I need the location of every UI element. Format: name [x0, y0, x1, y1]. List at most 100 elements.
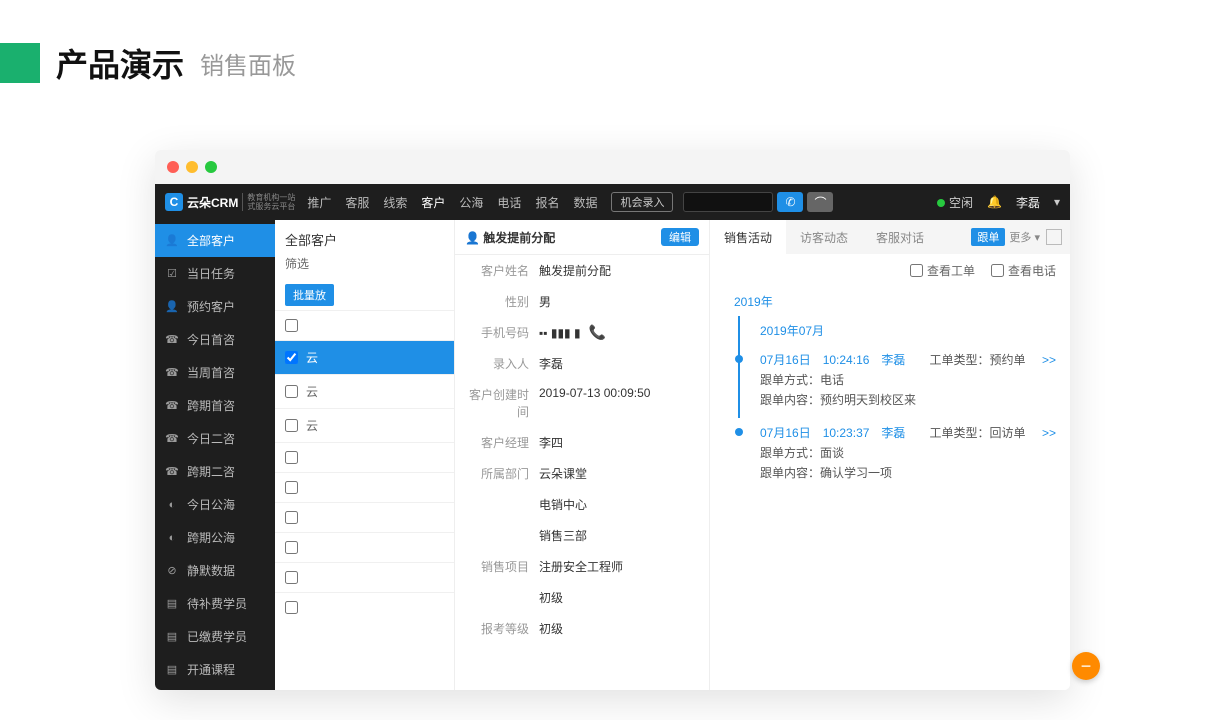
phone-icon[interactable]: 📞: [589, 324, 606, 340]
filter-查看电话[interactable]: 查看电话: [991, 262, 1056, 279]
field-value: 触发提前分配: [539, 262, 699, 279]
list-row[interactable]: [275, 502, 454, 532]
row-label: 云: [306, 383, 318, 400]
sidebar-item-今日二咨[interactable]: ☎今日二咨: [155, 422, 275, 455]
list-row[interactable]: [275, 310, 454, 340]
sidebar-item-全部客户[interactable]: 👤 全部客户: [155, 224, 275, 257]
window-minimize-icon[interactable]: [186, 161, 198, 173]
hangup-button[interactable]: ⌒: [807, 192, 833, 212]
sidebar-icon: ▤: [165, 630, 179, 643]
nav-item-客服[interactable]: 客服: [345, 194, 369, 211]
floating-action-button[interactable]: −: [1072, 652, 1100, 680]
entry-more[interactable]: >>: [1042, 426, 1056, 440]
row-checkbox[interactable]: [285, 601, 298, 614]
sidebar-label: 当日任务: [187, 265, 235, 282]
row-checkbox[interactable]: [285, 451, 298, 464]
search-input[interactable]: [683, 192, 773, 212]
nav-item-公海[interactable]: 公海: [459, 194, 483, 211]
sidebar-item-开通课程[interactable]: ▤开通课程: [155, 653, 275, 686]
list-filter-label[interactable]: 筛选: [275, 255, 454, 280]
row-checkbox[interactable]: [285, 571, 298, 584]
sidebar-label: 跨期公海: [187, 529, 235, 546]
row-checkbox[interactable]: [285, 481, 298, 494]
activity-panel: 销售活动访客动态客服对话 跟单 更多 ▾ 查看工单查看电话 2019年 2019…: [710, 220, 1070, 690]
list-row[interactable]: [275, 472, 454, 502]
sidebar-item-待补费学员[interactable]: ▤待补费学员: [155, 587, 275, 620]
call-button[interactable]: ✆: [777, 192, 803, 212]
nav-item-电话[interactable]: 电话: [497, 194, 521, 211]
tab-客服对话[interactable]: 客服对话: [862, 220, 938, 254]
sidebar-icon: ☎: [165, 333, 179, 346]
tab-访客动态[interactable]: 访客动态: [786, 220, 862, 254]
sidebar-item-我的订单[interactable]: ▤我的订单: [155, 686, 275, 690]
window-zoom-icon[interactable]: [205, 161, 217, 173]
row-checkbox[interactable]: [285, 351, 298, 364]
row-checkbox[interactable]: [285, 541, 298, 554]
sidebar-label: 已缴费学员: [187, 628, 247, 645]
filter-查看工单[interactable]: 查看工单: [910, 262, 975, 279]
sidebar-label: 全部客户: [187, 232, 235, 249]
field-value: 2019-07-13 00:09:50: [539, 386, 699, 420]
bulk-release-button[interactable]: 批量放: [285, 284, 334, 306]
entry-content: 跟单内容：预约明天到校区来: [760, 388, 1056, 408]
nav-item-客户[interactable]: 客户: [421, 194, 445, 211]
sidebar-item-今日首咨[interactable]: ☎ 今日首咨: [155, 323, 275, 356]
timeline-year: 2019年: [734, 287, 1056, 316]
tab-销售活动[interactable]: 销售活动: [710, 220, 786, 254]
row-checkbox[interactable]: [285, 511, 298, 524]
sidebar-icon: 👤: [165, 234, 179, 247]
list-row[interactable]: 云: [275, 408, 454, 442]
follow-tag[interactable]: 跟单: [971, 228, 1005, 246]
sidebar-label: 今日公海: [187, 496, 235, 513]
field-key: 客户姓名: [465, 262, 529, 279]
row-checkbox[interactable]: [285, 385, 298, 398]
sidebar-item-当周首咨[interactable]: ☎当周首咨: [155, 356, 275, 389]
row-checkbox[interactable]: [285, 319, 298, 332]
more-menu[interactable]: 更多 ▾: [1009, 229, 1040, 245]
nav-item-线索[interactable]: 线索: [383, 194, 407, 211]
filter-checkbox[interactable]: [910, 264, 923, 277]
sidebar-item-今日公海[interactable]: ◐今日公海: [155, 488, 275, 521]
nav-item-数据[interactable]: 数据: [573, 194, 597, 211]
field-key: [465, 496, 529, 513]
window-close-icon[interactable]: [167, 161, 179, 173]
edit-button[interactable]: 编辑: [661, 228, 699, 246]
field-value: 李磊: [539, 355, 699, 372]
activity-filters: 查看工单查看电话: [710, 254, 1070, 287]
detail-field: 销售项目注册安全工程师: [455, 551, 709, 582]
sidebar-item-预约客户[interactable]: 👤预约客户: [155, 290, 275, 323]
sidebar-item-跨期公海[interactable]: ◐跨期公海: [155, 521, 275, 554]
chance-button[interactable]: 机会录入: [611, 192, 673, 212]
sidebar-label: 待补费学员: [187, 595, 247, 612]
entry-more[interactable]: >>: [1042, 353, 1056, 367]
detail-field: 电销中心: [455, 489, 709, 520]
sidebar-item-跨期首咨[interactable]: ☎跨期首咨: [155, 389, 275, 422]
sidebar-item-跨期二咨[interactable]: ☎跨期二咨: [155, 455, 275, 488]
nav-item-报名[interactable]: 报名: [535, 194, 559, 211]
list-row[interactable]: [275, 592, 454, 622]
page-title: 产品演示: [56, 40, 184, 86]
sidebar-item-静默数据[interactable]: ⊘静默数据: [155, 554, 275, 587]
entry-type: 工单类型：预约单: [929, 351, 1025, 368]
chevron-down-icon[interactable]: ▾: [1054, 195, 1060, 209]
main-area: 👤 全部客户 ☑当日任务👤预约客户 ☎ 今日首咨 ☎当周首咨☎跨期首咨☎今日二咨☎跨期二咨…: [155, 220, 1070, 690]
list-row[interactable]: [275, 532, 454, 562]
timeline-entry: 07月16日10:23:37李磊工单类型：回访单>>跟单方式：面谈跟单内容：确认…: [738, 418, 1056, 491]
user-name[interactable]: 李磊: [1016, 194, 1040, 211]
list-row[interactable]: 云: [275, 374, 454, 408]
list-row[interactable]: [275, 442, 454, 472]
sidebar-label: 今日首咨: [187, 331, 235, 348]
row-checkbox[interactable]: [285, 419, 298, 432]
list-row[interactable]: 云: [275, 340, 454, 374]
entry-agent: 李磊: [881, 424, 905, 441]
sidebar-item-当日任务[interactable]: ☑当日任务: [155, 257, 275, 290]
field-key: 销售项目: [465, 558, 529, 575]
nav-item-推广[interactable]: 推广: [307, 194, 331, 211]
filter-checkbox[interactable]: [991, 264, 1004, 277]
customer-detail-panel: 👤 触发提前分配 编辑 客户姓名触发提前分配性别男手机号码▪▪ ▮▮▮ ▮📞录入…: [455, 220, 710, 690]
bell-icon[interactable]: 🔔: [987, 195, 1002, 209]
sidebar-icon: ☎: [165, 465, 179, 478]
expand-icon[interactable]: [1046, 229, 1062, 245]
sidebar-item-已缴费学员[interactable]: ▤ 已缴费学员: [155, 620, 275, 653]
list-row[interactable]: [275, 562, 454, 592]
